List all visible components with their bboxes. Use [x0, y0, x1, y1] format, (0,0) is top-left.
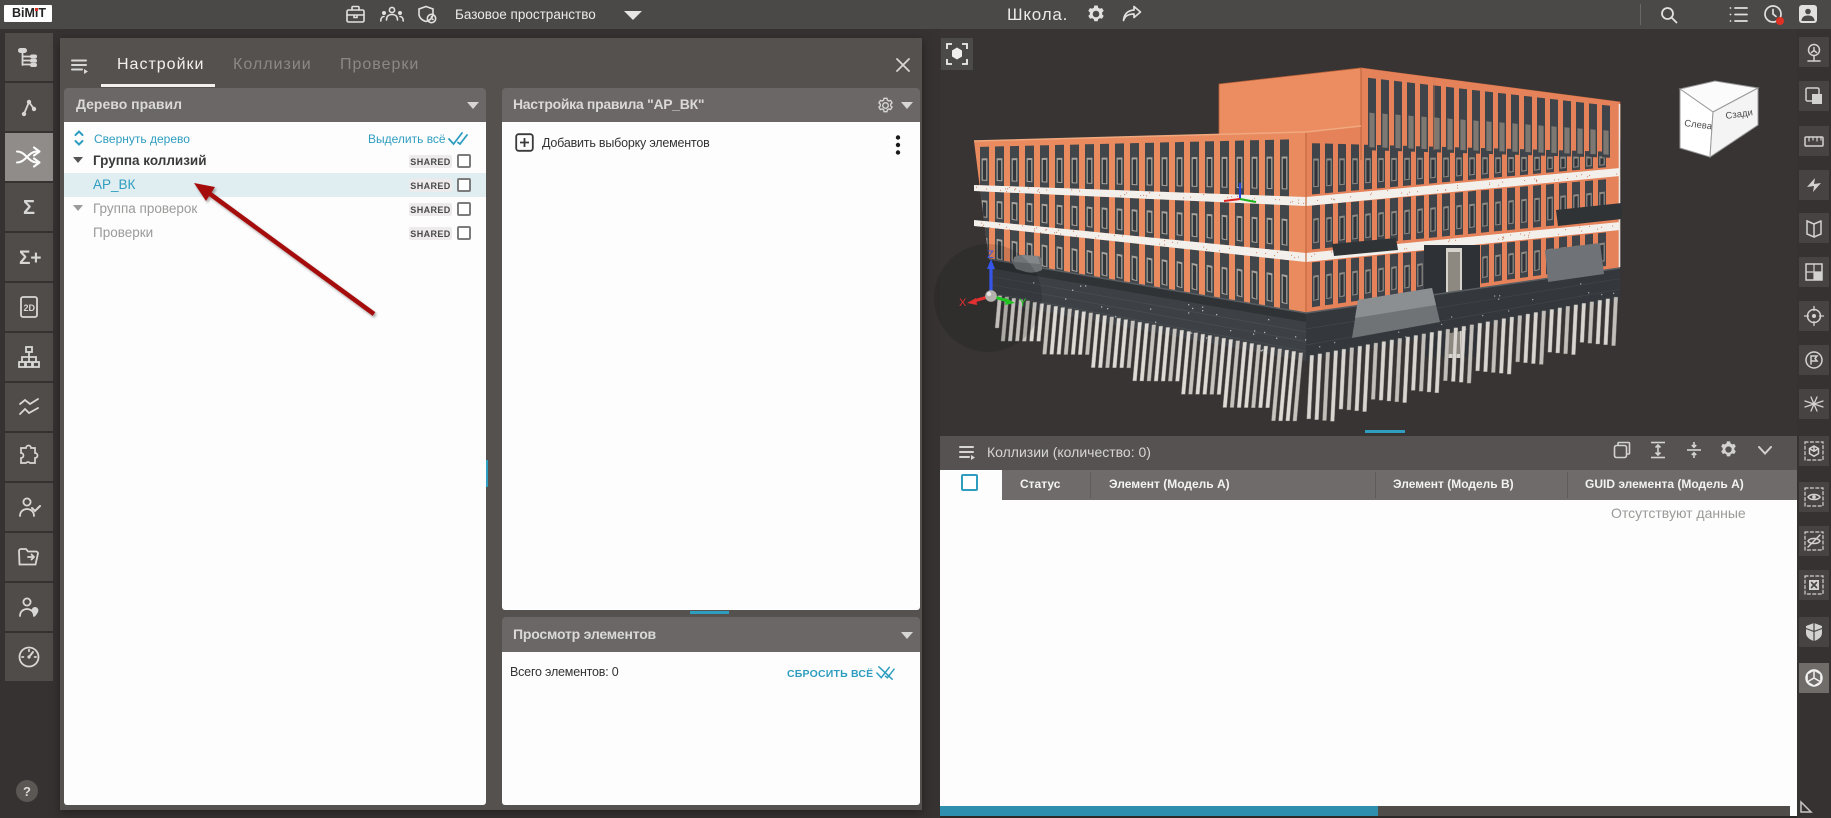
svg-text:Y: Y — [1019, 297, 1027, 309]
svg-text:Z: Z — [987, 249, 994, 261]
svg-text:X: X — [959, 297, 967, 309]
svg-text:Σ+: Σ+ — [19, 248, 42, 269]
svg-text:2D: 2D — [24, 303, 36, 313]
svg-text:Σ: Σ — [23, 197, 35, 219]
